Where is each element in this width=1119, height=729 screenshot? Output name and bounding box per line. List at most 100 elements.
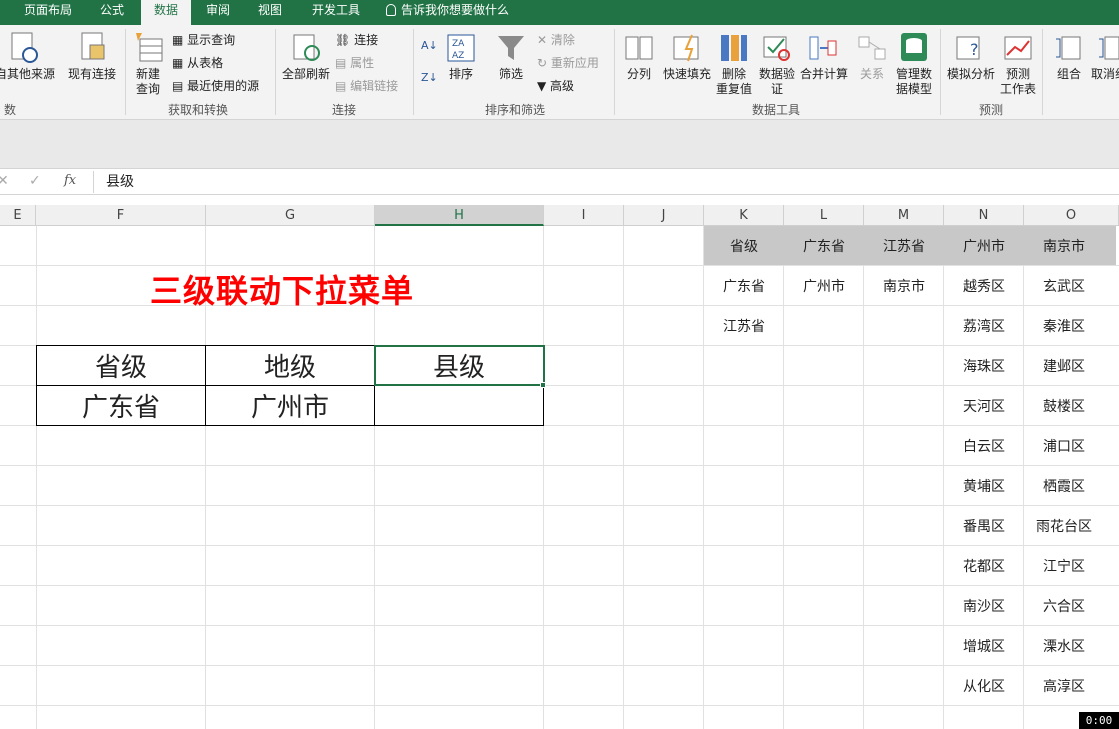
list-item[interactable]: 黄埔区 bbox=[944, 476, 1024, 496]
from-table-button[interactable]: ▦ 从表格 bbox=[172, 54, 223, 72]
column-header-j[interactable]: J bbox=[624, 205, 704, 226]
form-value-province[interactable]: 广东省 bbox=[37, 387, 205, 424]
list-item[interactable]: 浦口区 bbox=[1024, 436, 1104, 456]
tab-developer[interactable]: 开发工具 bbox=[303, 0, 369, 25]
remove-duplicates-button[interactable]: 删除 重复值 bbox=[714, 67, 754, 97]
column-header-l[interactable]: L bbox=[784, 205, 864, 226]
relationships-button[interactable]: 关系 bbox=[852, 67, 892, 82]
list-item[interactable]: 六合区 bbox=[1024, 596, 1104, 616]
other-sources-button[interactable]: 自其他来源 bbox=[0, 67, 56, 82]
group-label-data-tools: 数据工具 bbox=[751, 103, 800, 117]
recent-sources-button[interactable]: ▤ 最近使用的源 bbox=[172, 77, 259, 95]
formula-input[interactable]: 县级 bbox=[93, 171, 1119, 193]
list-header-m[interactable]: 江苏省 bbox=[864, 236, 944, 256]
tab-view[interactable]: 视图 bbox=[250, 0, 290, 25]
refresh-all-icon bbox=[293, 34, 320, 61]
list-item[interactable]: 越秀区 bbox=[944, 276, 1024, 296]
list-item[interactable]: 增城区 bbox=[944, 636, 1024, 656]
list-item[interactable]: 玄武区 bbox=[1024, 276, 1104, 296]
svg-text:AZ: AZ bbox=[452, 51, 464, 61]
edit-links-button[interactable]: ▤ 编辑链接 bbox=[335, 77, 398, 95]
list-item[interactable]: 广州市 bbox=[784, 276, 864, 296]
group-label-forecast: 预测 bbox=[978, 103, 1003, 117]
sort-za-icon[interactable]: Z↓ bbox=[421, 69, 438, 87]
list-header-k[interactable]: 省级 bbox=[704, 236, 784, 256]
list-item[interactable]: 从化区 bbox=[944, 676, 1024, 696]
forecast-sheet-button[interactable]: 预测 工作表 bbox=[998, 67, 1038, 97]
list-item[interactable]: 建邺区 bbox=[1024, 356, 1104, 376]
separator bbox=[614, 29, 615, 115]
tab-formulas[interactable]: 公式 bbox=[90, 0, 134, 25]
svg-text:?: ? bbox=[970, 40, 979, 59]
column-header-f[interactable]: F bbox=[36, 205, 206, 226]
group-button[interactable]: 组合 bbox=[1049, 67, 1089, 82]
separator bbox=[125, 29, 126, 115]
list-item[interactable]: 天河区 bbox=[944, 396, 1024, 416]
cancel-icon[interactable]: ✕ bbox=[0, 173, 9, 189]
list-item[interactable]: 江苏省 bbox=[704, 316, 784, 336]
data-validation-button[interactable]: 数据验 证 bbox=[756, 67, 798, 97]
column-header-k[interactable]: K bbox=[704, 205, 784, 226]
list-header-n[interactable]: 广州市 bbox=[944, 236, 1024, 256]
what-if-icon: ? bbox=[956, 36, 980, 60]
list-item[interactable]: 江宁区 bbox=[1024, 556, 1104, 576]
ungroup-button[interactable]: 取消组 bbox=[1091, 67, 1119, 82]
fx-icon[interactable]: fx bbox=[64, 173, 76, 188]
consolidate-icon bbox=[809, 36, 837, 60]
column-header-h[interactable]: H bbox=[375, 205, 544, 226]
sort-az-icon[interactable]: A↓ bbox=[421, 37, 438, 55]
data-model-button[interactable]: 管理数 据模型 bbox=[892, 67, 936, 97]
list-item[interactable]: 秦淮区 bbox=[1024, 316, 1104, 336]
clear-filter-button[interactable]: ✕ 清除 bbox=[537, 31, 575, 49]
list-header-o[interactable]: 南京市 bbox=[1024, 236, 1104, 256]
column-header-m[interactable]: M bbox=[864, 205, 944, 226]
column-header-n[interactable]: N bbox=[944, 205, 1024, 226]
ungroup-icon bbox=[1099, 36, 1119, 60]
list-item[interactable]: 鼓楼区 bbox=[1024, 396, 1104, 416]
sort-button[interactable]: 排序 bbox=[441, 67, 481, 82]
list-item[interactable]: 雨花台区 bbox=[1024, 516, 1104, 536]
list-item[interactable]: 高淳区 bbox=[1024, 676, 1104, 696]
connections-button[interactable]: ⛓ 连接 bbox=[335, 31, 378, 49]
reapply-button[interactable]: ↻ 重新应用 bbox=[537, 54, 599, 72]
list-item[interactable]: 花都区 bbox=[944, 556, 1024, 576]
consolidate-button[interactable]: 合并计算 bbox=[797, 67, 851, 82]
what-if-analysis-button[interactable]: 模拟分析 bbox=[943, 67, 999, 82]
list-item[interactable]: 南京市 bbox=[864, 276, 944, 296]
form-value-city[interactable]: 广州市 bbox=[206, 387, 374, 424]
form-header-province[interactable]: 省级 bbox=[37, 347, 205, 384]
list-item[interactable]: 番禺区 bbox=[944, 516, 1024, 536]
list-item[interactable]: 溧水区 bbox=[1024, 636, 1104, 656]
form-header-county[interactable]: 县级 bbox=[375, 347, 543, 384]
properties-button[interactable]: ▤ 属性 bbox=[335, 54, 374, 72]
list-item[interactable]: 南沙区 bbox=[944, 596, 1024, 616]
tab-page-layout[interactable]: 页面布局 bbox=[10, 0, 86, 25]
text-to-columns-button[interactable]: 分列 bbox=[619, 67, 659, 82]
list-item[interactable]: 海珠区 bbox=[944, 356, 1024, 376]
tell-me-search[interactable]: 告诉我你想要做什么 bbox=[386, 0, 526, 25]
new-query-button[interactable]: 新建 查询 bbox=[128, 67, 168, 97]
list-item[interactable]: 广东省 bbox=[704, 276, 784, 296]
refresh-all-button[interactable]: 全部刷新 bbox=[278, 67, 334, 82]
list-item[interactable]: 栖霞区 bbox=[1024, 476, 1104, 496]
advanced-filter-button[interactable]: ▼ 高级 bbox=[537, 77, 574, 95]
list-item[interactable]: 白云区 bbox=[944, 436, 1024, 456]
tab-data[interactable]: 数据 bbox=[141, 0, 191, 25]
existing-connections-button[interactable]: 现有连接 bbox=[64, 67, 120, 82]
list-header-l[interactable]: 广东省 bbox=[784, 236, 864, 256]
show-queries-button[interactable]: ▦ 显示查询 bbox=[172, 31, 235, 49]
list-item[interactable]: 荔湾区 bbox=[944, 316, 1024, 336]
column-header-e[interactable]: E bbox=[0, 205, 36, 226]
column-header-o[interactable]: O bbox=[1024, 205, 1119, 226]
enter-icon[interactable]: ✓ bbox=[29, 173, 41, 189]
flash-fill-button[interactable]: 快速填充 bbox=[660, 67, 714, 82]
filter-icon bbox=[498, 36, 524, 60]
filter-button[interactable]: 筛选 bbox=[491, 67, 531, 82]
ribbon-tab-bar: 页面布局 公式 数据 审阅 视图 开发工具 告诉我你想要做什么 bbox=[0, 0, 1119, 25]
column-header-g[interactable]: G bbox=[206, 205, 375, 226]
tab-review[interactable]: 审阅 bbox=[198, 0, 238, 25]
form-header-city[interactable]: 地级 bbox=[206, 347, 374, 384]
remove-duplicates-icon bbox=[721, 35, 747, 61]
group-icon bbox=[1056, 36, 1081, 60]
column-header-i[interactable]: I bbox=[544, 205, 624, 226]
